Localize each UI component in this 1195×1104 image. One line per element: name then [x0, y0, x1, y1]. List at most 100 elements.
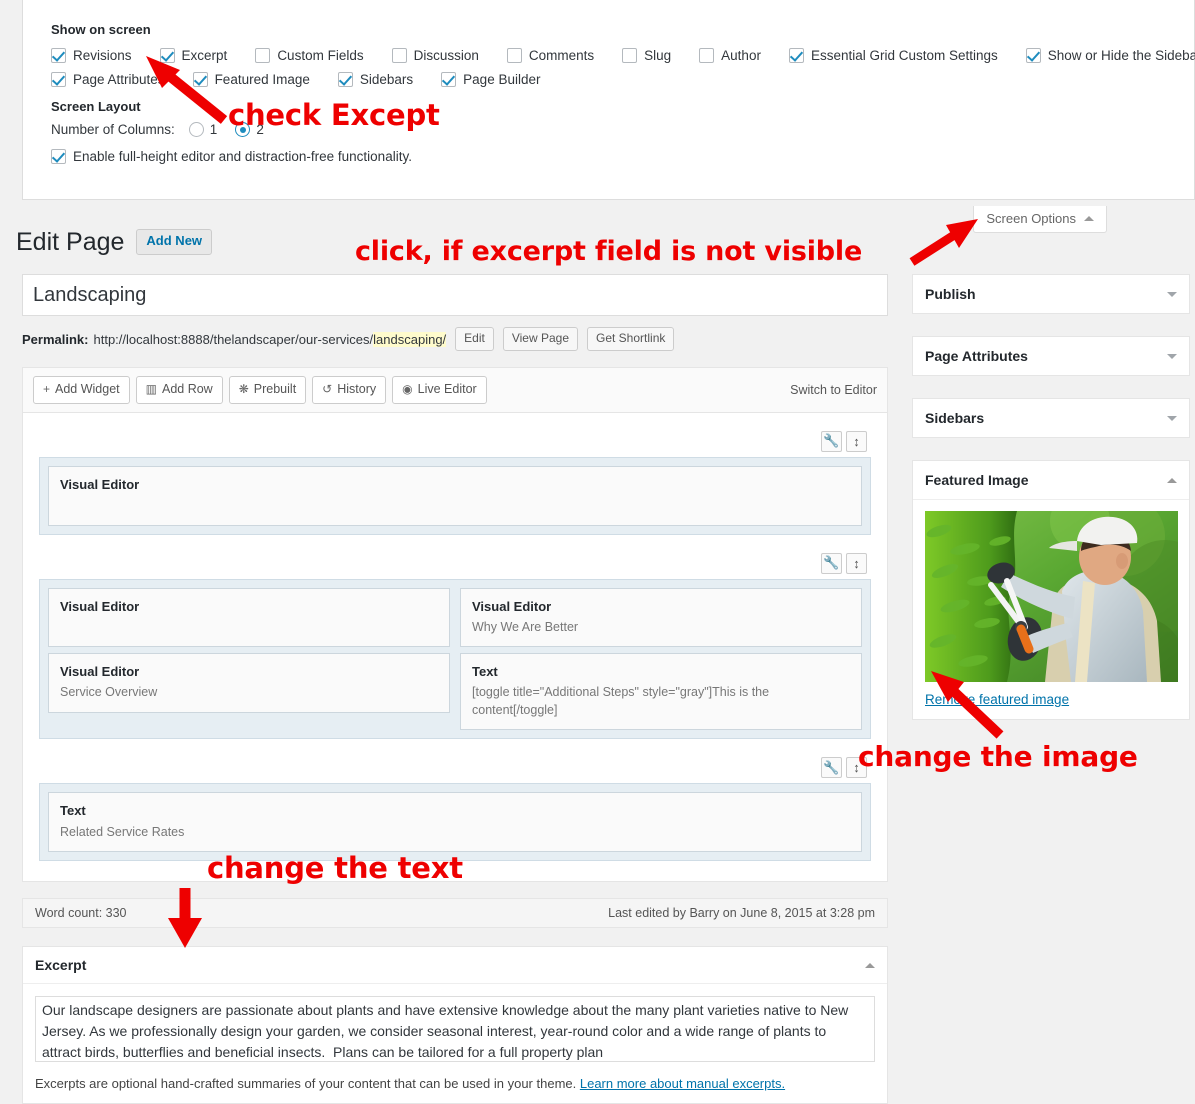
screen-option-featured-image[interactable]: Featured Image: [192, 72, 310, 88]
checkbox[interactable]: [622, 48, 638, 64]
excerpt-panel-header[interactable]: Excerpt: [23, 947, 887, 985]
builder-button-add-row[interactable]: ▥ Add Row: [135, 376, 223, 404]
screen-options-tab[interactable]: Screen Options: [973, 206, 1107, 233]
screen-option-label: Featured Image: [214, 72, 310, 88]
word-count: Word count: 330: [35, 906, 127, 921]
wrench-icon[interactable]: 🔧: [821, 430, 842, 452]
featured-image-box-header[interactable]: Featured Image: [913, 461, 1189, 500]
checkbox[interactable]: [1025, 48, 1041, 64]
page-builder-widget[interactable]: Text [toggle title="Additional Steps" sty…: [460, 653, 862, 731]
checkbox[interactable]: [159, 48, 175, 64]
builder-button-label: History: [337, 382, 377, 396]
builder-button-add-widget[interactable]: + Add Widget: [33, 376, 130, 404]
page-builder-widget[interactable]: Text Related Service Rates: [48, 792, 862, 853]
widget-subtitle: Related Service Rates: [60, 824, 185, 839]
page-builder-widget[interactable]: Visual Editor Service Overview: [48, 653, 450, 713]
screen-option-label: Page Attributes: [73, 72, 165, 88]
post-title-input[interactable]: [22, 274, 888, 316]
widget-title: Text: [472, 664, 498, 680]
screen-option-revisions[interactable]: Revisions: [51, 48, 132, 64]
move-vertical-icon[interactable]: ↕: [846, 552, 867, 574]
builder-button-history[interactable]: ↺ History: [312, 376, 387, 404]
plus-icon: +: [43, 382, 51, 397]
view-page-button[interactable]: View Page: [502, 327, 578, 351]
widget-subtitle: Why We Are Better: [472, 619, 579, 634]
screen-option-label: Comments: [528, 48, 595, 64]
columns-option-1[interactable]: 1: [188, 122, 217, 138]
widget-subtitle: [60, 497, 850, 515]
sidebars-box-header[interactable]: Sidebars: [913, 399, 1189, 437]
screen-options-panel: Show on screen Revisions Excerpt Custom Fi…: [22, 0, 1195, 200]
widget-title: Visual Editor: [60, 664, 140, 680]
fullheight-label: Enable full-height editor and distractio…: [73, 149, 412, 165]
page-builder-row[interactable]: Text Related Service Rates: [39, 783, 871, 862]
excerpt-panel-title: Excerpt: [35, 957, 87, 974]
page-builder-widget[interactable]: Visual Editor Why We Are Better: [460, 587, 862, 648]
screen-option-author[interactable]: Author: [699, 48, 761, 64]
screen-option-label: Custom Fields: [277, 48, 364, 64]
radio[interactable]: [188, 122, 204, 138]
page-builder-row[interactable]: Visual Editor Visual Editor Service Overv…: [39, 578, 871, 740]
wrench-icon[interactable]: 🔧: [821, 552, 842, 574]
featured-image-thumbnail[interactable]: [925, 511, 1178, 682]
remove-featured-image-link[interactable]: Remove featured image: [925, 692, 1177, 707]
screen-option-page-builder[interactable]: Page Builder: [441, 72, 540, 88]
checkbox[interactable]: [699, 48, 715, 64]
screen-option-excerpt[interactable]: Excerpt: [159, 48, 227, 64]
builder-button-prebuilt[interactable]: ❋ Prebuilt: [228, 376, 307, 404]
screen-options-tab-label: Screen Options: [986, 211, 1076, 226]
screen-option-custom-fields[interactable]: Custom Fields: [255, 48, 364, 64]
checkbox[interactable]: [192, 72, 208, 88]
checkbox[interactable]: [51, 72, 66, 88]
move-vertical-icon[interactable]: ↕: [846, 430, 867, 452]
page-builder-column: Text Related Service Rates: [48, 792, 862, 853]
page-builder-widget[interactable]: Visual Editor: [48, 587, 450, 648]
show-on-screen-row-2: Page Attributes Featured Image Sidebars Pag…: [51, 71, 1179, 88]
screen-option-label: Revisions: [73, 48, 132, 64]
checkbox[interactable]: [506, 48, 522, 64]
page-builder-panel: + Add Widget ▥ Add Row ❋ Prebuilt ↺ History ◉ Liv…: [22, 367, 888, 883]
screen-option-label: Author: [721, 48, 761, 64]
screen-option-page-attributes[interactable]: Page Attributes: [51, 72, 165, 88]
checkbox[interactable]: [51, 48, 66, 64]
screen-option-comments[interactable]: Comments: [506, 48, 595, 64]
switch-to-editor-link[interactable]: Switch to Editor: [790, 383, 877, 397]
fullheight-checkbox[interactable]: [51, 149, 66, 165]
add-new-button[interactable]: Add New: [136, 229, 213, 256]
get-shortlink-button[interactable]: Get Shortlink: [587, 327, 675, 351]
checkbox[interactable]: [441, 72, 457, 88]
widget-title: Visual Editor: [60, 598, 140, 614]
caret-down-icon[interactable]: [1167, 415, 1177, 421]
screen-option-show-or-hide-the-sidebar[interactable]: Show or Hide the Sidebar: [1025, 48, 1195, 64]
screen-option-slug[interactable]: Slug: [622, 48, 671, 64]
caret-up-icon[interactable]: [865, 962, 875, 968]
caret-up-icon[interactable]: [1167, 477, 1177, 483]
edit-permalink-button[interactable]: Edit: [455, 327, 494, 351]
manual-excerpts-link[interactable]: Learn more about manual excerpts.: [580, 1076, 785, 1091]
arrow-to-screen-options: [909, 219, 978, 266]
caret-down-icon[interactable]: [1167, 353, 1177, 359]
checkbox[interactable]: [255, 48, 271, 64]
page-header: Edit Page Add New: [16, 226, 213, 259]
wrench-icon[interactable]: 🔧: [821, 757, 842, 779]
page-builder-rows: 🔧 ↕ Visual Editor 🔧 ↕ Visual Editor Visual E…: [23, 413, 887, 881]
page-builder-widget[interactable]: Visual Editor: [48, 465, 862, 526]
screen-option-essential-grid-custom-settings[interactable]: Essential Grid Custom Settings: [788, 48, 998, 64]
sidebar-column: Publish Page Attributes Sidebars Feature…: [912, 274, 1190, 742]
fullheight-option[interactable]: Enable full-height editor and distractio…: [51, 149, 1179, 165]
page-builder-row[interactable]: Visual Editor: [39, 456, 871, 535]
publish-box-title: Publish: [925, 286, 976, 302]
screen-option-discussion[interactable]: Discussion: [391, 48, 479, 64]
screen-option-sidebars[interactable]: Sidebars: [337, 72, 413, 88]
builder-button-live-editor[interactable]: ◉ Live Editor: [392, 376, 487, 404]
publish-box-header[interactable]: Publish: [913, 275, 1189, 313]
page-attributes-box-title: Page Attributes: [925, 348, 1028, 364]
page-builder-toolbar: + Add Widget ▥ Add Row ❋ Prebuilt ↺ History ◉ Liv…: [23, 368, 887, 413]
caret-down-icon[interactable]: [1167, 291, 1177, 297]
checkbox[interactable]: [337, 72, 353, 88]
page-attributes-box-header[interactable]: Page Attributes: [913, 337, 1189, 375]
excerpt-textarea[interactable]: [35, 996, 875, 1063]
checkbox[interactable]: [391, 48, 407, 64]
checkbox[interactable]: [788, 48, 804, 64]
row-controls: 🔧 ↕: [39, 552, 867, 574]
